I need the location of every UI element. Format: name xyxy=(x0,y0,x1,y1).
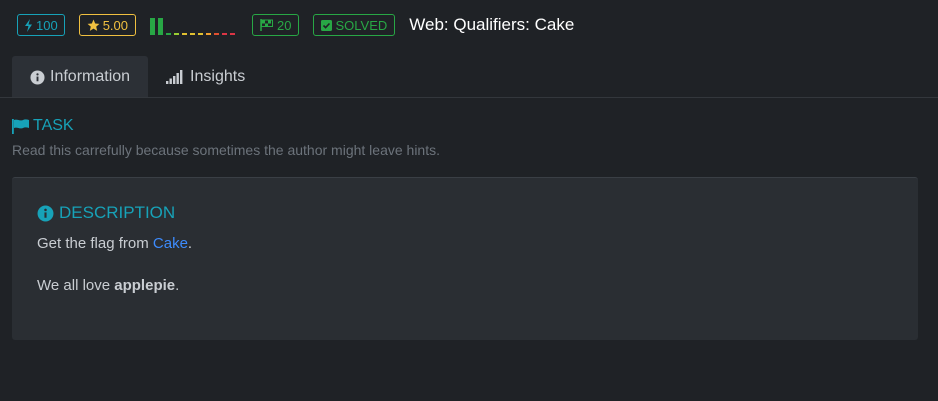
cake-link[interactable]: Cake xyxy=(153,235,188,252)
solved-status-badge: SOLVED xyxy=(313,14,396,36)
tab-insights[interactable]: Insights xyxy=(148,56,263,98)
tab-information-label: Information xyxy=(50,68,131,85)
description-paragraph-2: We all love applepie. xyxy=(37,277,179,294)
difficulty-segment xyxy=(198,33,204,35)
tab-insights-label: Insights xyxy=(190,68,246,85)
points-badge: 100 xyxy=(17,14,65,36)
difficulty-segment xyxy=(182,33,188,35)
solved-status-label: SOLVED xyxy=(335,17,388,33)
check-square-icon xyxy=(321,19,333,31)
difficulty-segment xyxy=(222,33,228,35)
task-heading: TASK xyxy=(12,117,440,135)
signal-bars-icon xyxy=(166,70,183,84)
rating-badge: 5.00 xyxy=(78,14,137,36)
challenge-title: Web: Qualifiers: Cake xyxy=(409,15,575,34)
tab-divider xyxy=(0,97,938,98)
difficulty-segment xyxy=(214,33,220,35)
difficulty-segment xyxy=(150,18,156,35)
solves-badge: 20 xyxy=(252,14,300,36)
p2-period: . xyxy=(175,277,180,294)
difficulty-segment xyxy=(230,33,236,35)
applepie-bold: applepie xyxy=(114,277,176,294)
star-icon xyxy=(87,19,100,31)
difficulty-segment xyxy=(174,33,180,35)
solves-value: 20 xyxy=(277,17,292,33)
difficulty-meter xyxy=(150,15,238,35)
tab-information[interactable]: Information xyxy=(12,56,149,98)
description-heading: DESCRIPTION xyxy=(37,203,175,223)
rating-value: 5.00 xyxy=(102,17,129,33)
flag-icon xyxy=(12,118,29,134)
description-paragraph-1: Get the flag from Cake. xyxy=(37,235,192,252)
p1-period: . xyxy=(187,235,193,252)
lightning-icon xyxy=(25,18,32,32)
description-heading-label: DESCRIPTION xyxy=(59,203,176,222)
difficulty-segment xyxy=(166,33,172,35)
info-circle-icon xyxy=(30,69,45,85)
checkered-flag-icon xyxy=(260,19,274,31)
p1-text: Get the flag from xyxy=(37,235,153,252)
p2-text: We all love xyxy=(37,277,115,294)
tab-bar: Information Insights xyxy=(12,56,263,98)
task-heading-label: TASK xyxy=(33,117,74,134)
task-subtitle: Read this carrefully because sometimes t… xyxy=(12,142,440,158)
info-circle-icon xyxy=(37,205,54,221)
challenge-header: 100 5.00 20 SOLVED Web: Qualifiers: Cake xyxy=(17,14,574,36)
difficulty-segment xyxy=(158,18,164,35)
difficulty-segment xyxy=(190,33,196,35)
description-card: DESCRIPTION Get the flag from Cake. We a… xyxy=(12,177,918,340)
points-value: 100 xyxy=(36,17,58,33)
task-section: TASK Read this carrefully because someti… xyxy=(12,117,440,158)
difficulty-segment xyxy=(206,33,212,35)
